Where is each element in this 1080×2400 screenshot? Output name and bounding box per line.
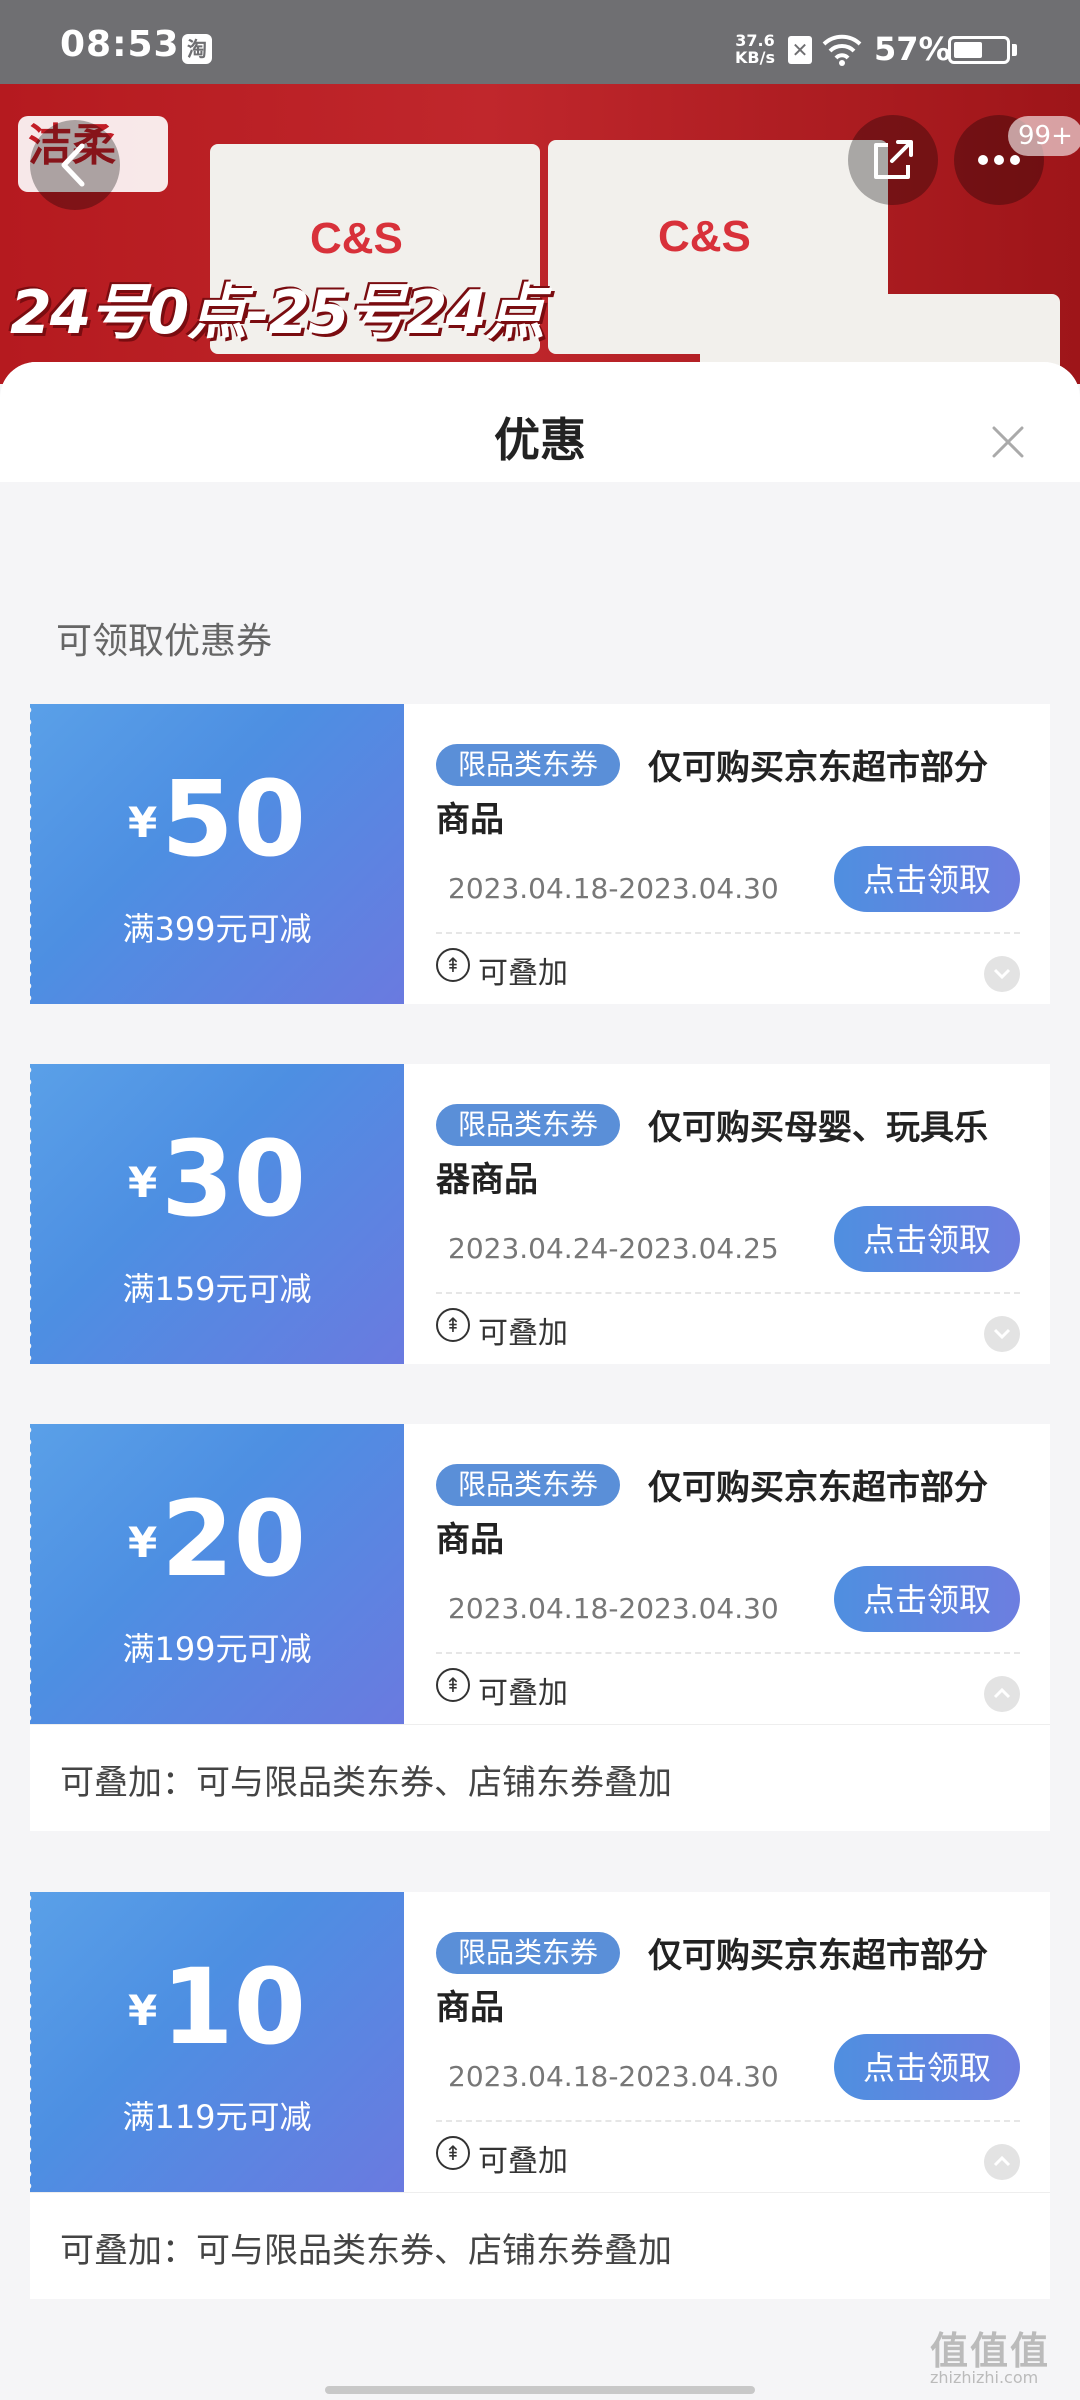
coupon-date: 2023.04.18-2023.04.30 <box>448 872 779 905</box>
product-logo-2: C&S <box>658 212 751 261</box>
claim-button[interactable]: 点击领取 <box>834 846 1020 912</box>
collapse-button[interactable] <box>984 2144 1020 2180</box>
coupon-value: 30 <box>161 1118 306 1240</box>
coupon-detail-text: 可叠加：可与限品类东券、店铺东券叠加 <box>60 2231 672 2271</box>
close-icon <box>992 426 1024 458</box>
stack-label: 可叠加 <box>478 2144 568 2179</box>
stack-icon: ⇞ <box>436 1308 470 1342</box>
coupon-card: ¥50 满399元可减 仅可购买京东超市部分商品 限品类东券 2023.04.1… <box>28 704 1050 1004</box>
share-icon <box>874 140 913 179</box>
status-time: 08:53 <box>60 24 180 65</box>
chevron-down-icon <box>993 1328 1011 1340</box>
share-button[interactable] <box>848 115 938 205</box>
watermark-logo: 值值值 <box>930 2329 1051 2373</box>
back-icon <box>61 143 85 187</box>
network-speed-unit: KB/s <box>735 48 775 67</box>
expand-button[interactable] <box>984 1316 1020 1352</box>
coupon-tag: 限品类东券 <box>436 1104 621 1146</box>
network-speed-value: 37.6 <box>735 31 775 50</box>
coupon-date: 2023.04.24-2023.04.25 <box>448 1232 779 1265</box>
stack-icon: ⇞ <box>436 1668 470 1702</box>
stack-label: 可叠加 <box>478 1676 568 1711</box>
wifi-icon <box>822 34 862 66</box>
coupon-detail: 可叠加：可与限品类东券、店铺东券叠加 <box>30 1724 1050 1831</box>
coupon-tag: 限品类东券 <box>436 1932 621 1974</box>
coupon-divider <box>436 1292 1020 1294</box>
battery-cap <box>1012 44 1017 56</box>
coupon-date: 2023.04.18-2023.04.30 <box>448 1592 779 1625</box>
no-sim-icon: ✕ <box>788 36 812 64</box>
coupon-condition: 满399元可减 <box>122 910 312 948</box>
coupon-value: 50 <box>161 758 306 880</box>
coupon-amount: ¥30 <box>30 1124 404 1234</box>
battery-icon <box>948 36 1010 64</box>
claim-button[interactable]: 点击领取 <box>834 2034 1020 2100</box>
coupon-value: 20 <box>161 1478 306 1600</box>
stack-icon: ⇞ <box>436 2136 470 2170</box>
coupon-condition: 满159元可减 <box>122 1270 312 1308</box>
sheet-title: 优惠 <box>494 413 586 467</box>
expand-button[interactable] <box>984 956 1020 992</box>
coupon-condition: 满119元可减 <box>122 2098 312 2136</box>
battery-fill <box>954 42 982 58</box>
taobao-app-icon: 淘 <box>182 34 212 64</box>
section-title: 可领取优惠券 <box>56 621 273 662</box>
coupon-value-panel: ¥10 满119元可减 <box>28 1892 404 2192</box>
stack-label: 可叠加 <box>478 1316 568 1351</box>
close-button[interactable] <box>980 414 1036 470</box>
coupon-divider <box>436 1652 1020 1654</box>
coupon-amount: ¥20 <box>30 1484 404 1594</box>
back-button[interactable] <box>30 120 120 210</box>
watermark-url: zhizhizhi.com <box>930 2368 1039 2387</box>
coupon-divider <box>436 932 1020 934</box>
coupon-condition: 满199元可减 <box>122 1630 312 1668</box>
coupon-sheet: 优惠 可领取优惠券 ¥50 满399元可减 仅可购买京东超市部分商品 限品类东券… <box>0 362 1080 2400</box>
message-badge: 99+ <box>1008 116 1080 156</box>
coupon-card: ¥20 满199元可减 仅可购买京东超市部分商品 限品类东券 2023.04.1… <box>28 1424 1050 1724</box>
coupon-card: ¥10 满119元可减 仅可购买京东超市部分商品 限品类东券 2023.04.1… <box>28 1892 1050 2192</box>
chevron-up-icon <box>993 2155 1011 2167</box>
home-indicator[interactable] <box>325 2386 755 2394</box>
stack-label: 可叠加 <box>478 956 568 991</box>
collapse-button[interactable] <box>984 1676 1020 1712</box>
coupon-tag: 限品类东券 <box>436 744 621 786</box>
coupon-amount: ¥50 <box>30 764 404 874</box>
product-logo-1: C&S <box>310 214 403 263</box>
coupon-card: ¥30 满159元可减 仅可购买母婴、玩具乐器商品 限品类东券 2023.04.… <box>28 1064 1050 1364</box>
coupon-value-panel: ¥30 满159元可减 <box>28 1064 404 1364</box>
claim-button[interactable]: 点击领取 <box>834 1566 1020 1632</box>
currency-symbol: ¥ <box>128 1518 158 1567</box>
coupon-tag: 限品类东券 <box>436 1464 621 1506</box>
stack-icon: ⇞ <box>436 948 470 982</box>
currency-symbol: ¥ <box>128 1158 158 1207</box>
coupon-amount: ¥10 <box>30 1952 404 2062</box>
chevron-down-icon <box>993 968 1011 980</box>
coupon-divider <box>436 2120 1020 2122</box>
promo-text: 24号0点-25号24点 <box>10 278 545 348</box>
coupon-detail-text: 可叠加：可与限品类东券、店铺东券叠加 <box>60 1763 672 1803</box>
coupon-value-panel: ¥20 满199元可减 <box>28 1424 404 1724</box>
coupon-value-panel: ¥50 满399元可减 <box>28 704 404 1004</box>
currency-symbol: ¥ <box>128 1986 158 2035</box>
status-bar: 08:53 淘 37.6 KB/s ✕ 57% <box>0 0 1080 84</box>
coupon-value: 10 <box>161 1946 306 2068</box>
currency-symbol: ¥ <box>128 798 158 847</box>
battery-percent: 57% <box>874 30 951 68</box>
claim-button[interactable]: 点击领取 <box>834 1206 1020 1272</box>
coupon-date: 2023.04.18-2023.04.30 <box>448 2060 779 2093</box>
network-speed: 37.6 KB/s <box>735 32 775 66</box>
coupon-detail: 可叠加：可与限品类东券、店铺东券叠加 <box>30 2192 1050 2299</box>
chevron-up-icon <box>993 1687 1011 1699</box>
